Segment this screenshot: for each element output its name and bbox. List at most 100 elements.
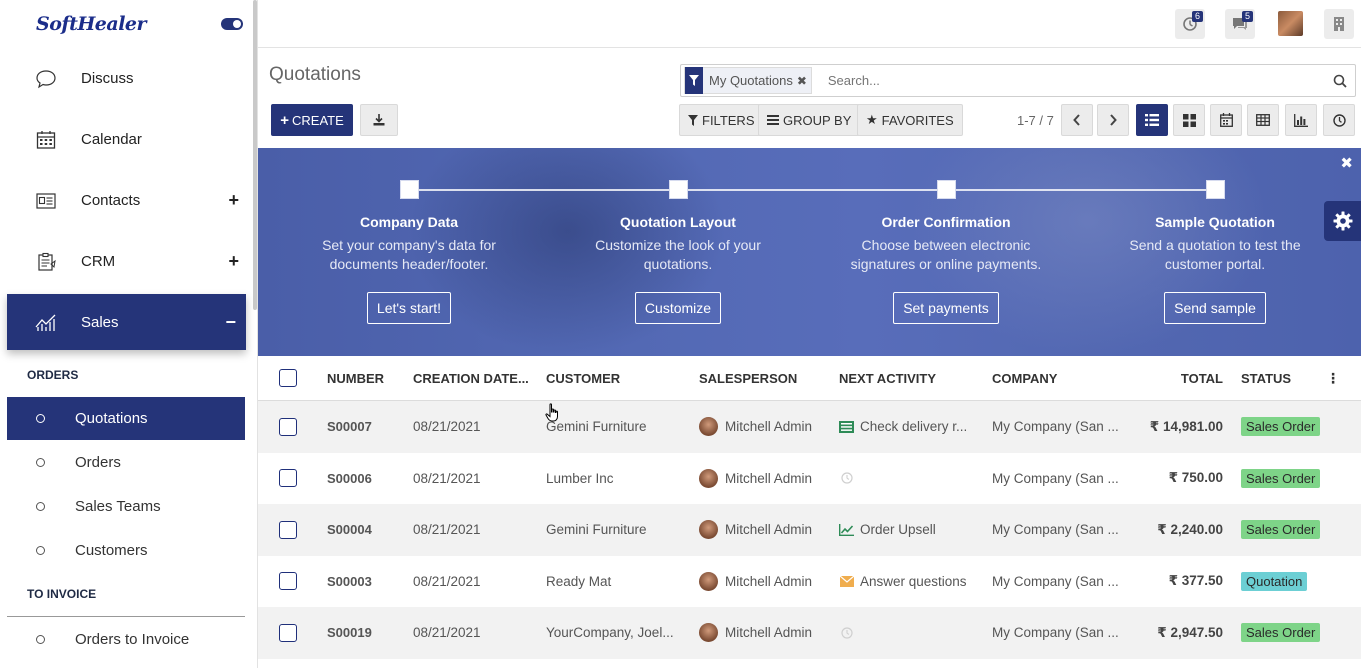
salesperson-cell: Mitchell Admin <box>699 623 839 643</box>
sidebar-item-sales-teams[interactable]: Sales Teams <box>0 484 257 528</box>
chevron-right-icon <box>1110 114 1117 126</box>
creation-date: 08/21/2021 <box>413 625 481 641</box>
table-row[interactable]: S00004 08/21/2021 Gemini Furniture Mitchell… <box>258 504 1361 556</box>
crm-clipboard-icon <box>34 250 58 274</box>
trend-up-icon[interactable] <box>839 523 854 537</box>
quotation-number: S00019 <box>327 625 372 641</box>
row-checkbox[interactable] <box>279 417 297 436</box>
sidebar-toggle[interactable] <box>221 18 243 30</box>
todo-list-icon[interactable] <box>839 420 854 434</box>
pager-value[interactable]: 1-7 / 7 <box>1017 113 1054 128</box>
clock-icon[interactable] <box>839 626 854 640</box>
row-checkbox[interactable] <box>279 572 297 591</box>
table-row[interactable]: S00019 08/21/2021 YourCompany, Joel... Mitc… <box>258 607 1361 659</box>
list-view-button[interactable] <box>1136 104 1168 136</box>
next-activity-cell[interactable]: Check delivery r... <box>839 419 992 434</box>
row-checkbox[interactable] <box>279 469 297 488</box>
select-all-checkbox[interactable] <box>279 369 297 387</box>
header-customer[interactable]: CUSTOMER <box>546 371 699 386</box>
optional-columns-icon[interactable]: ⋮ <box>1326 370 1351 387</box>
menu-item-sales[interactable]: Sales − <box>7 294 246 350</box>
row-checkbox[interactable] <box>279 623 297 642</box>
row-select-cell <box>258 469 327 488</box>
header-next-activity[interactable]: NEXT ACTIVITY <box>839 371 992 386</box>
search-icon[interactable] <box>1325 74 1355 88</box>
facet-remove-icon[interactable]: ✖ <box>797 74 811 88</box>
set-payments-button[interactable]: Set payments <box>893 292 999 324</box>
sidebar-item-customers[interactable]: Customers <box>0 528 257 572</box>
menu-item-contacts[interactable]: Contacts + <box>0 170 257 231</box>
pager-next-button[interactable] <box>1097 104 1129 136</box>
step-marker <box>1205 180 1225 199</box>
sidebar-item-orders[interactable]: Orders <box>0 440 257 484</box>
table-row[interactable]: S00003 08/21/2021 Ready Mat Mitchell Admin A… <box>258 556 1361 608</box>
calendar-view-button[interactable] <box>1210 104 1242 136</box>
row-checkbox[interactable] <box>279 520 297 539</box>
kanban-view-button[interactable] <box>1173 104 1205 136</box>
activity-button[interactable]: 6 <box>1175 9 1205 39</box>
header-salesperson[interactable]: SALESPERSON <box>699 371 839 386</box>
menu-expand-crm[interactable]: + <box>228 251 239 272</box>
envelope-icon[interactable] <box>839 574 854 588</box>
status-badge: Sales Order <box>1241 468 1321 488</box>
table-header: NUMBER CREATION DATE... CUSTOMER SALESPE… <box>258 356 1361 401</box>
favorites-button[interactable]: ★ FAVORITES <box>857 104 963 136</box>
settings-tab[interactable] <box>1324 201 1361 241</box>
menu-item-crm[interactable]: CRM + <box>0 231 257 292</box>
create-button[interactable]: + CREATE <box>271 104 353 136</box>
menu-expand-contacts[interactable]: + <box>228 190 239 211</box>
step-description: Send a quotation to test the customer por… <box>1129 237 1301 272</box>
status-badge: Sales Order <box>1241 623 1321 643</box>
top-navbar: 6 5 <box>258 0 1361 48</box>
sidebar-item-label: Sales Teams <box>75 497 161 515</box>
brand-logo[interactable]: SoftHealer <box>36 13 147 35</box>
close-icon[interactable]: ✖ <box>1340 154 1353 172</box>
calendar-icon <box>34 128 58 152</box>
next-activity-cell[interactable]: Answer questions <box>839 574 992 589</box>
filters-button[interactable]: FILTERS <box>679 104 764 136</box>
header-company[interactable]: COMPANY <box>992 371 1127 386</box>
company-switcher-button[interactable] <box>1324 9 1354 39</box>
activity-count-badge: 6 <box>1191 11 1203 22</box>
table-icon <box>1256 114 1270 126</box>
header-total[interactable]: TOTAL <box>1127 371 1231 386</box>
sidebar-item-quotations[interactable]: Quotations <box>7 397 245 440</box>
header-status[interactable]: STATUS <box>1231 371 1326 386</box>
search-input[interactable] <box>827 73 1325 88</box>
menu-collapse-sales[interactable]: − <box>225 312 236 333</box>
filter-icon <box>688 114 698 126</box>
user-avatar[interactable] <box>1278 11 1303 36</box>
next-activity-cell[interactable] <box>839 471 992 485</box>
table-row[interactable]: S00006 08/21/2021 Lumber Inc Mitchell Admin… <box>258 453 1361 505</box>
menu-item-discuss[interactable]: Discuss <box>0 48 257 109</box>
pager-previous-button[interactable] <box>1061 104 1093 136</box>
customer-name: Lumber Inc <box>546 470 614 486</box>
next-activity-cell[interactable] <box>839 626 992 640</box>
send-sample-button[interactable]: Send sample <box>1164 292 1266 324</box>
lets-start-button[interactable]: Let's start! <box>366 292 452 324</box>
customize-button[interactable]: Customize <box>634 292 722 324</box>
menu-item-calendar[interactable]: Calendar <box>0 109 257 170</box>
calendar-icon <box>1219 113 1233 127</box>
graph-view-button[interactable] <box>1285 104 1317 136</box>
table-row[interactable]: S00007 08/21/2021 Gemini Furniture Mitchell… <box>258 401 1361 453</box>
company-name: My Company (San ... <box>992 470 1119 486</box>
customer-name: Gemini Furniture <box>546 522 647 538</box>
row-select-cell <box>258 520 327 539</box>
chat-bubble-icon <box>34 67 58 91</box>
sidebar-item-orders-to-invoice[interactable]: Orders to Invoice <box>0 617 257 661</box>
clock-icon[interactable] <box>839 471 854 485</box>
header-number[interactable]: NUMBER <box>327 371 413 386</box>
search-facet[interactable]: My Quotations ✖ <box>684 67 812 94</box>
step-title: Sample Quotation <box>1155 214 1275 230</box>
download-button[interactable] <box>360 104 398 136</box>
header-creation-date[interactable]: CREATION DATE... <box>413 371 546 386</box>
creation-date: 08/21/2021 <box>413 470 481 486</box>
messages-button[interactable]: 5 <box>1225 9 1255 39</box>
circle-bullet-icon <box>36 457 45 467</box>
next-activity-cell[interactable]: Order Upsell <box>839 522 992 537</box>
groupby-button[interactable]: GROUP BY <box>758 104 861 136</box>
activity-view-button[interactable] <box>1323 104 1355 136</box>
table-body: S00007 08/21/2021 Gemini Furniture Mitchell… <box>258 401 1361 659</box>
pivot-view-button[interactable] <box>1247 104 1279 136</box>
